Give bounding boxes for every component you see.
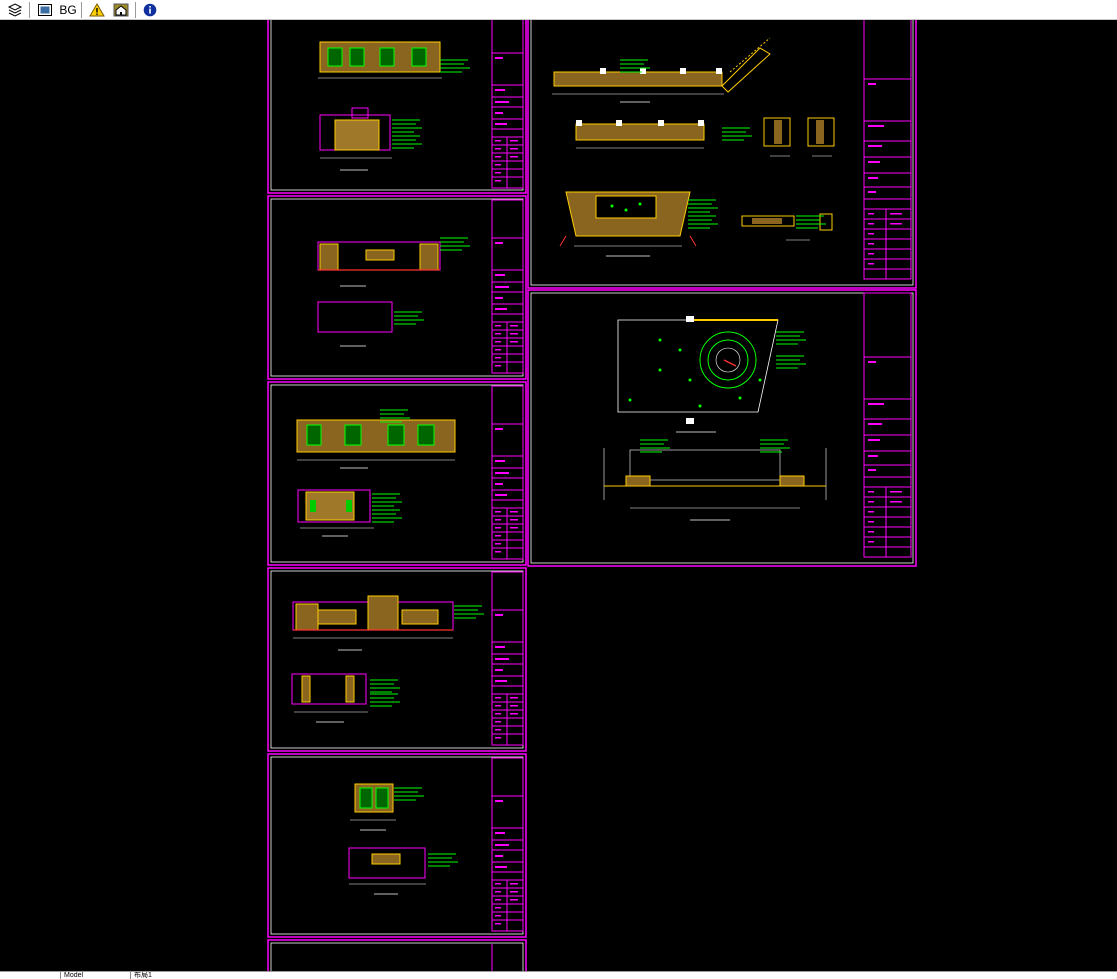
- warning-icon[interactable]: [86, 1, 108, 19]
- display-icon[interactable]: [34, 1, 56, 19]
- sheet-1[interactable]: [267, 20, 527, 194]
- toolbar: BG: [0, 0, 1117, 20]
- sheet-6[interactable]: [267, 939, 527, 971]
- tab-layout-label: 布局1: [134, 972, 152, 979]
- info-icon[interactable]: [139, 1, 161, 19]
- sheet-2[interactable]: [267, 195, 527, 380]
- tab-model[interactable]: Model: [60, 972, 130, 979]
- layout-tab-bar: Model 布局1: [0, 971, 1117, 979]
- layers-icon[interactable]: [4, 1, 26, 19]
- sheet-8[interactable]: [527, 289, 917, 567]
- bg-button-label: BG: [59, 3, 77, 17]
- home-icon[interactable]: [110, 1, 132, 19]
- tab-model-label: Model: [64, 972, 84, 979]
- sheet-7[interactable]: [527, 20, 917, 289]
- toolbar-separator: [29, 2, 30, 18]
- tab-layout-1[interactable]: 布局1: [130, 972, 190, 979]
- toolbar-separator: [135, 2, 136, 18]
- toolbar-separator: [81, 2, 82, 18]
- drawing-svg: [267, 20, 917, 971]
- sheet-3[interactable]: [267, 381, 527, 566]
- bg-button[interactable]: BG: [58, 1, 78, 19]
- drawing-canvas[interactable]: [0, 20, 1117, 971]
- sheet-5[interactable]: [267, 753, 527, 938]
- sheet-4[interactable]: [267, 567, 527, 752]
